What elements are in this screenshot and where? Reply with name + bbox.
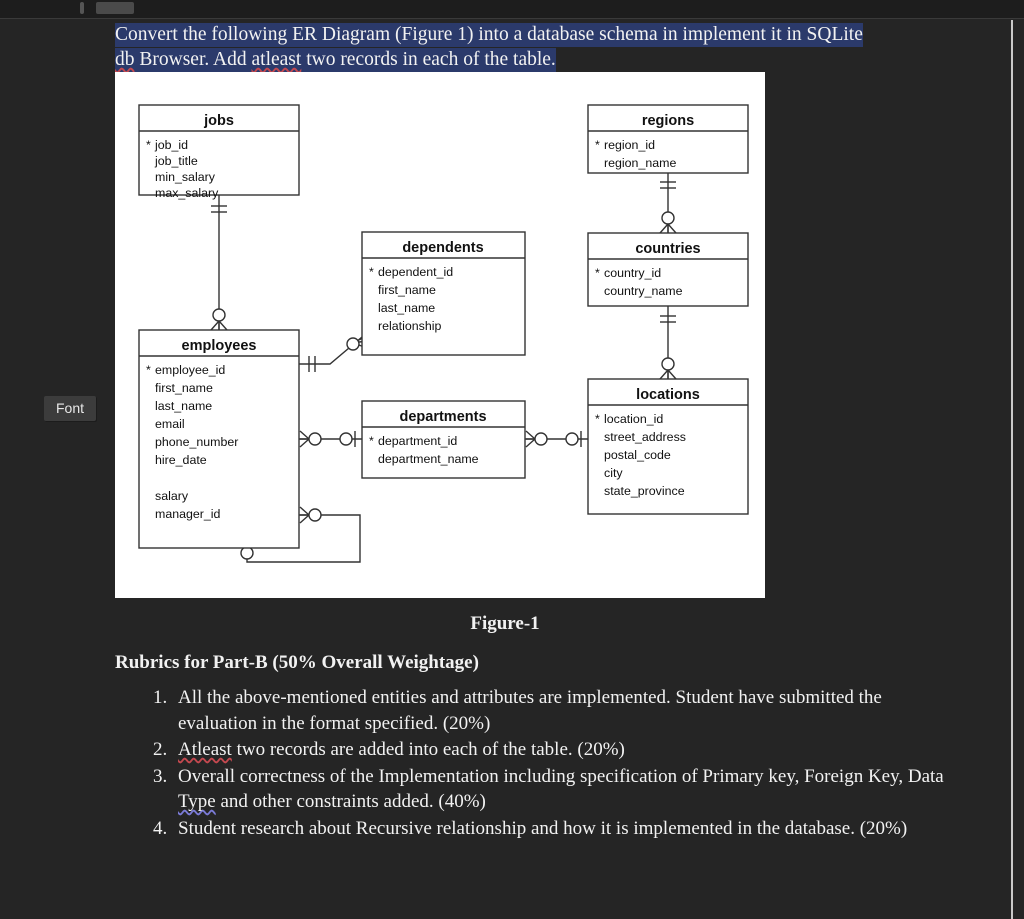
attribute-job-id: job_id (154, 138, 188, 152)
rubric-grammar-type: Type (178, 791, 216, 812)
document-body: Convert the following ER Diagram (Figure… (115, 22, 915, 72)
entity-countries[interactable]: countries * country_id country_name (587, 232, 749, 307)
attribute-max-salary: max_salary (155, 186, 219, 200)
entity-title-departments: departments (399, 409, 486, 425)
pk-marker: * (146, 363, 151, 377)
attribute-location-id: location_id (604, 412, 663, 426)
right-edge-rule (1011, 20, 1013, 919)
attribute-department-id: department_id (378, 434, 457, 448)
attribute-first-name: first_name (155, 381, 213, 395)
attribute-hire-date: hire_date (155, 453, 207, 467)
entity-employees[interactable]: employees * employee_id first_name last_… (138, 329, 300, 549)
entity-locations[interactable]: locations * location_id street_address p… (587, 378, 749, 515)
attribute-department-name: department_name (378, 452, 479, 466)
connector-employees-departments (299, 430, 362, 448)
attribute-last-name: last_name (155, 399, 212, 413)
prompt-line-2-mid: Browser. Add (134, 49, 252, 70)
attribute-min-salary: min_salary (155, 170, 216, 184)
entity-jobs[interactable]: jobs * job_id job_title min_salary max_s… (138, 104, 300, 200)
attribute-salary: salary (155, 489, 189, 503)
entity-dependents[interactable]: dependents * dependent_id first_name las… (361, 231, 526, 356)
chrome-chip-small (80, 2, 84, 14)
font-button[interactable]: Font (44, 396, 97, 421)
pk-marker: * (369, 434, 374, 448)
attribute-city: city (604, 466, 623, 480)
attribute-employee-id: employee_id (155, 363, 225, 377)
entity-title-dependents: dependents (402, 240, 483, 256)
attribute-street-address: street_address (604, 430, 686, 444)
pk-marker: * (595, 412, 600, 426)
rubric-item-2-rest: two records are added into each of the t… (231, 739, 625, 760)
attribute-first-name: first_name (378, 283, 436, 297)
attribute-state-province: state_province (604, 484, 685, 498)
entity-departments[interactable]: departments * department_id department_n… (361, 400, 526, 479)
er-diagram-svg: .ebox { fill:#ffffff; stroke:#333333; st… (138, 104, 749, 563)
chrome-divider (0, 18, 1024, 19)
pk-marker: * (595, 138, 600, 152)
attribute-phone-number: phone_number (155, 435, 238, 449)
rubric-misspelled-atleast: Atleast (178, 739, 232, 760)
entity-regions[interactable]: regions * region_id region_name (587, 104, 749, 174)
rubric-item-3-a: Overall correctness of the Implementatio… (178, 765, 944, 787)
entity-title-employees: employees (182, 338, 257, 354)
top-chrome-strip (0, 0, 1024, 18)
prompt-misspelled-db: db (115, 49, 135, 70)
attribute-region-id: region_id (604, 138, 655, 152)
rubrics-heading: Rubrics for Part-B (50% Overall Weightag… (115, 652, 479, 673)
list-item: Atleast two records are added into each … (172, 737, 944, 763)
rubric-item-3-b: and other constraints added. (40%) (215, 791, 486, 812)
connector-countries-locations (659, 306, 677, 380)
attribute-dependent-id: dependent_id (378, 265, 453, 279)
prompt-misspelled-atleast: atleast (251, 49, 302, 70)
entity-title-locations: locations (636, 387, 700, 403)
connector-jobs-employees (210, 195, 228, 331)
attribute-relationship: relationship (378, 319, 441, 333)
connector-regions-countries (659, 173, 677, 234)
attribute-email: email (155, 417, 185, 431)
attribute-postal-code: postal_code (604, 448, 671, 462)
figure-caption: Figure-1 (470, 613, 540, 634)
attribute-country-id: country_id (604, 266, 661, 280)
list-item: Student research about Recursive relatio… (172, 816, 944, 842)
assignment-prompt: Convert the following ER Diagram (Figure… (115, 22, 890, 72)
attribute-country-name: country_name (604, 284, 683, 298)
prompt-line-2-end: two records in each of the table. (301, 49, 556, 70)
pk-marker: * (146, 138, 151, 152)
er-diagram-figure: .ebox { fill:#ffffff; stroke:#333333; st… (115, 72, 765, 598)
attribute-job-title: job_title (154, 154, 198, 168)
prompt-line-1: Convert the following ER Diagram (Figure… (115, 23, 863, 47)
list-item: All the above-mentioned entities and att… (172, 685, 944, 736)
attribute-last-name: last_name (378, 301, 435, 315)
connector-employees-dependents (299, 333, 371, 372)
pk-marker: * (595, 266, 600, 280)
connector-departments-locations (525, 430, 588, 448)
chrome-chip-wide (96, 2, 134, 14)
entity-title-regions: regions (642, 113, 694, 129)
entity-title-countries: countries (635, 241, 700, 257)
list-item: Overall correctness of the Implementatio… (172, 764, 944, 815)
attribute-manager-id: manager_id (155, 507, 221, 521)
entity-title-jobs: jobs (203, 113, 234, 129)
rubrics-list: All the above-mentioned entities and att… (140, 685, 944, 842)
attribute-region-name: region_name (604, 156, 676, 170)
pk-marker: * (369, 265, 374, 279)
